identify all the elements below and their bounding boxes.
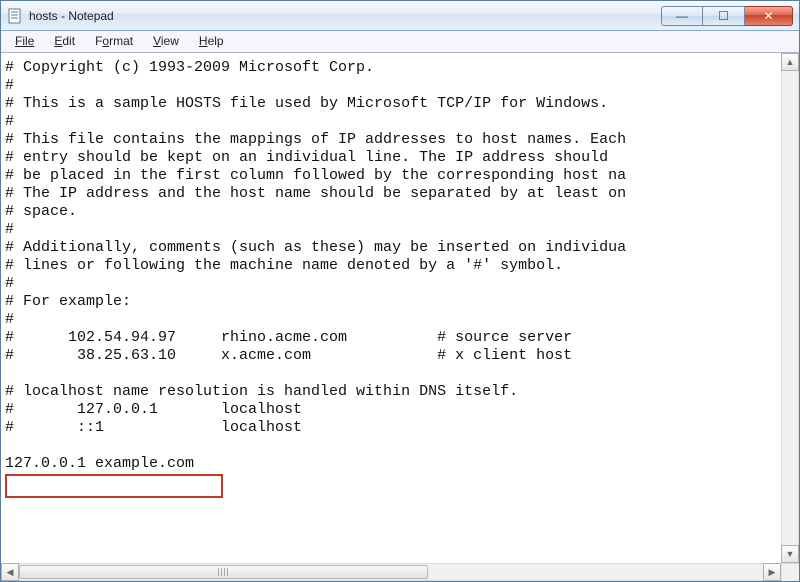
chevron-right-icon: ▶ [769,567,776,578]
client-area: # Copyright (c) 1993-2009 Microsoft Corp… [1,53,799,581]
maximize-button[interactable]: ☐ [703,6,745,26]
hscroll-thumb[interactable] [19,565,428,579]
chevron-down-icon: ▼ [786,549,795,559]
notepad-icon [7,8,23,24]
chevron-up-icon: ▲ [786,57,795,67]
scroll-right-button[interactable]: ▶ [763,563,781,581]
scroll-down-button[interactable]: ▼ [781,545,799,563]
menu-format-label: Format [95,34,133,48]
window-title: hosts - Notepad [29,9,114,23]
minimize-button[interactable]: — [661,6,703,26]
minimize-icon: — [676,9,688,23]
window-buttons: — ☐ ✕ [661,6,793,26]
menubar: File Edit Format View Help [1,31,799,53]
menu-file[interactable]: File [5,31,44,52]
titlebar[interactable]: hosts - Notepad — ☐ ✕ [1,1,799,31]
text-editor[interactable]: # Copyright (c) 1993-2009 Microsoft Corp… [3,55,781,563]
menu-format[interactable]: Format [85,31,143,52]
maximize-icon: ☐ [718,9,729,23]
vertical-scrollbar[interactable]: ▲ ▼ [781,53,799,563]
scroll-up-button[interactable]: ▲ [781,53,799,71]
horizontal-scrollbar[interactable]: ◀ ▶ [1,563,781,581]
chevron-left-icon: ◀ [7,567,14,578]
menu-help[interactable]: Help [189,31,234,52]
hscroll-track[interactable] [19,563,763,581]
vscroll-track[interactable] [781,71,799,545]
menu-view-label: View [153,34,179,48]
menu-edit-label: Edit [54,34,75,48]
menu-help-label: Help [199,34,224,48]
grip-icon [218,568,230,576]
scroll-left-button[interactable]: ◀ [1,563,19,581]
menu-edit[interactable]: Edit [44,31,85,52]
notepad-window: hosts - Notepad — ☐ ✕ File Edit Format V… [0,0,800,582]
scroll-corner [781,563,799,581]
close-button[interactable]: ✕ [745,6,793,26]
menu-view[interactable]: View [143,31,189,52]
menu-file-label: File [15,34,34,48]
close-icon: ✕ [763,9,773,23]
